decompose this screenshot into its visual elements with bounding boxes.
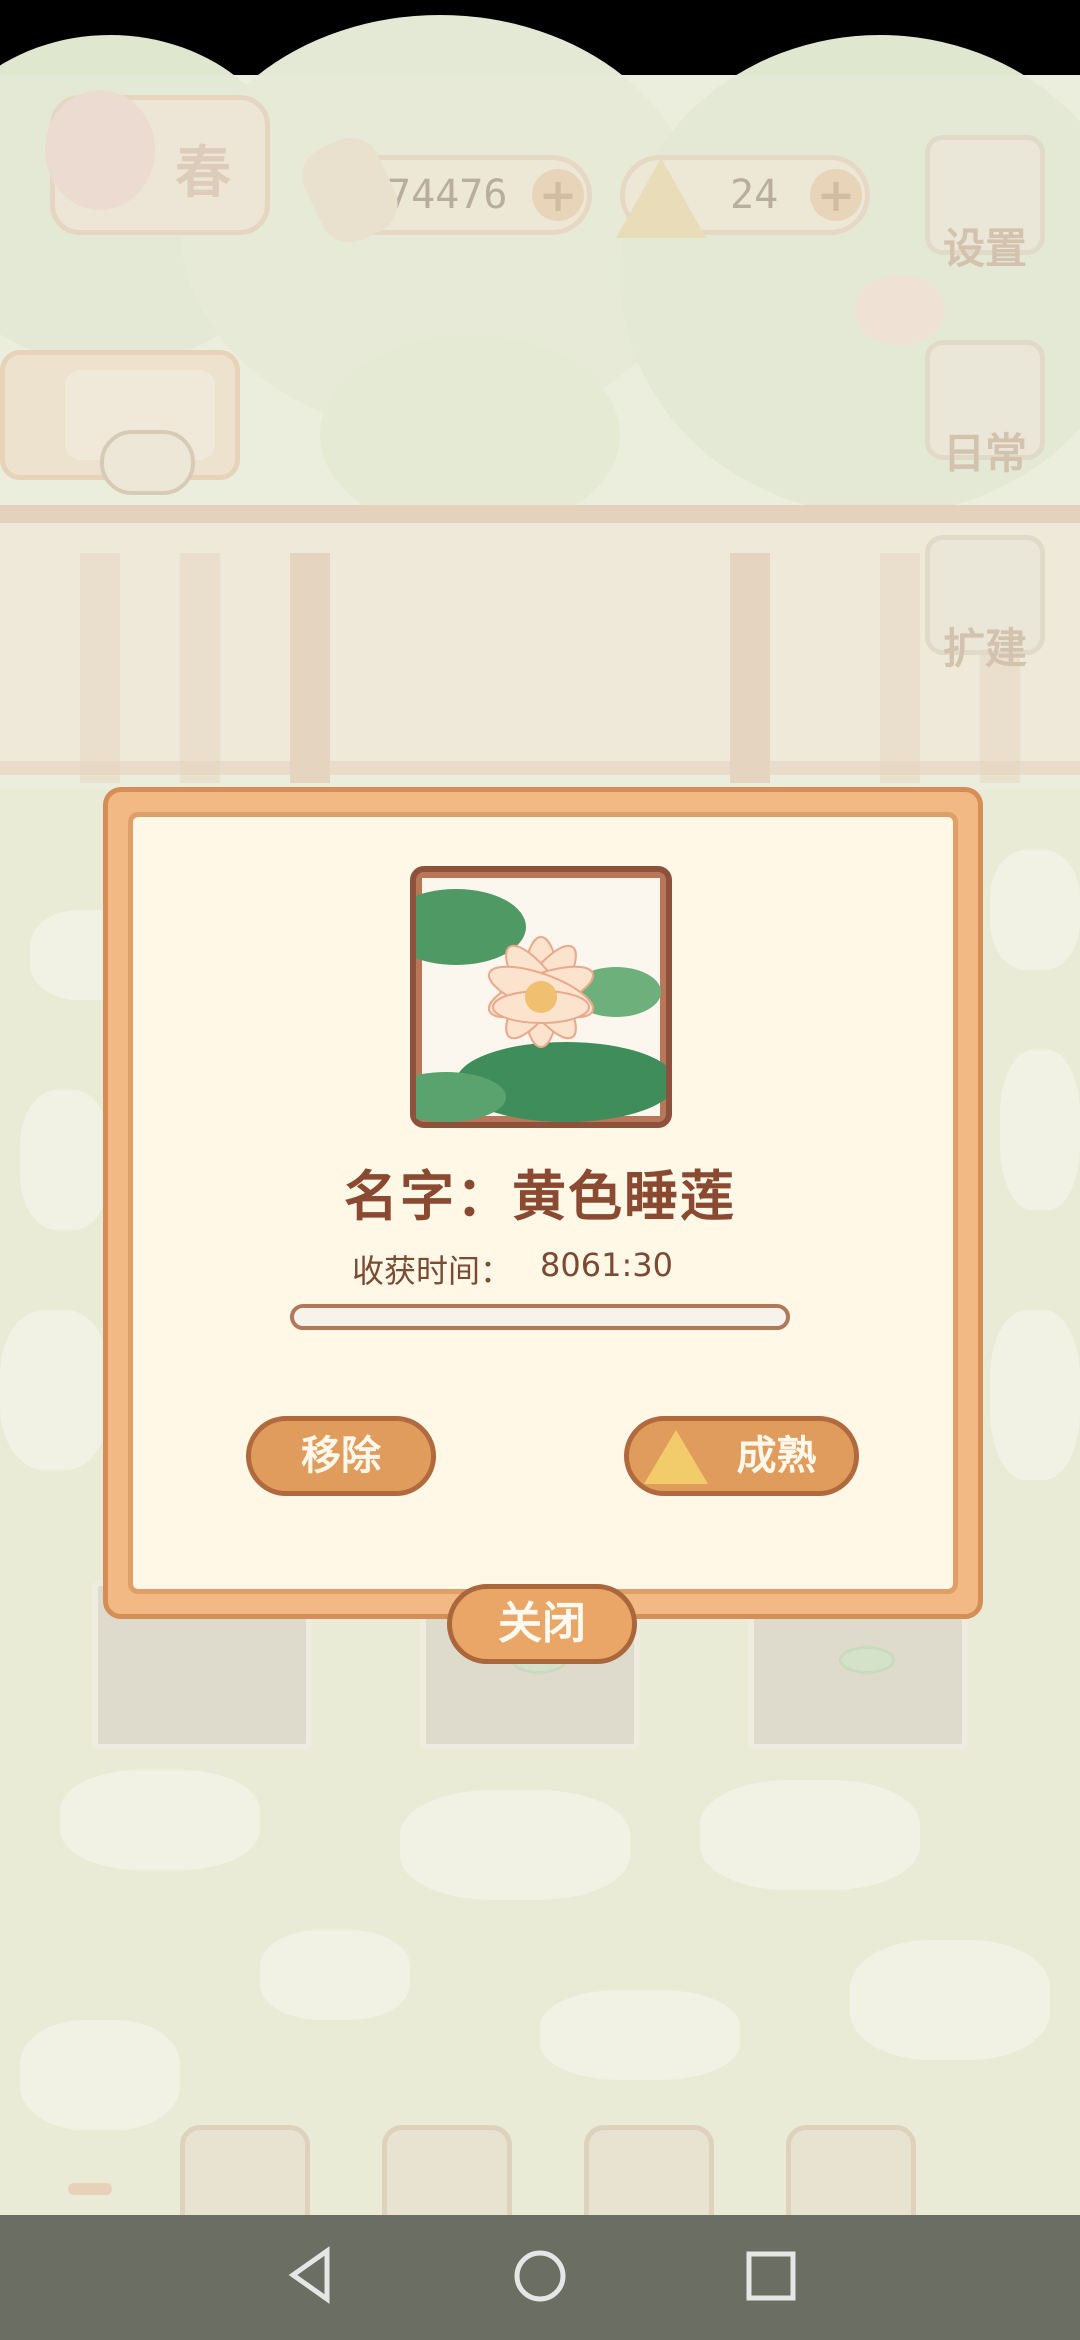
plant-name: 名字：黄色睡莲: [344, 1165, 736, 1228]
remove-button[interactable]: 移除: [246, 1416, 436, 1496]
yellow-water-lily-icon: [416, 878, 666, 1122]
back-triangle-icon[interactable]: [285, 2245, 335, 2305]
home-circle-icon[interactable]: [512, 2248, 568, 2304]
mature-label: 成熟: [736, 1433, 817, 1479]
plant-image-frame: [410, 866, 672, 1128]
growth-progress-bar: [290, 1304, 790, 1330]
cheese-icon: [644, 1430, 708, 1484]
recents-square-icon[interactable]: [745, 2250, 797, 2302]
system-navigation-bar: [0, 2215, 1080, 2340]
close-button[interactable]: 关闭: [447, 1584, 637, 1664]
harvest-time-value: 8061:30: [540, 1246, 673, 1284]
harvest-time-label: 收获时间：: [352, 1252, 513, 1290]
